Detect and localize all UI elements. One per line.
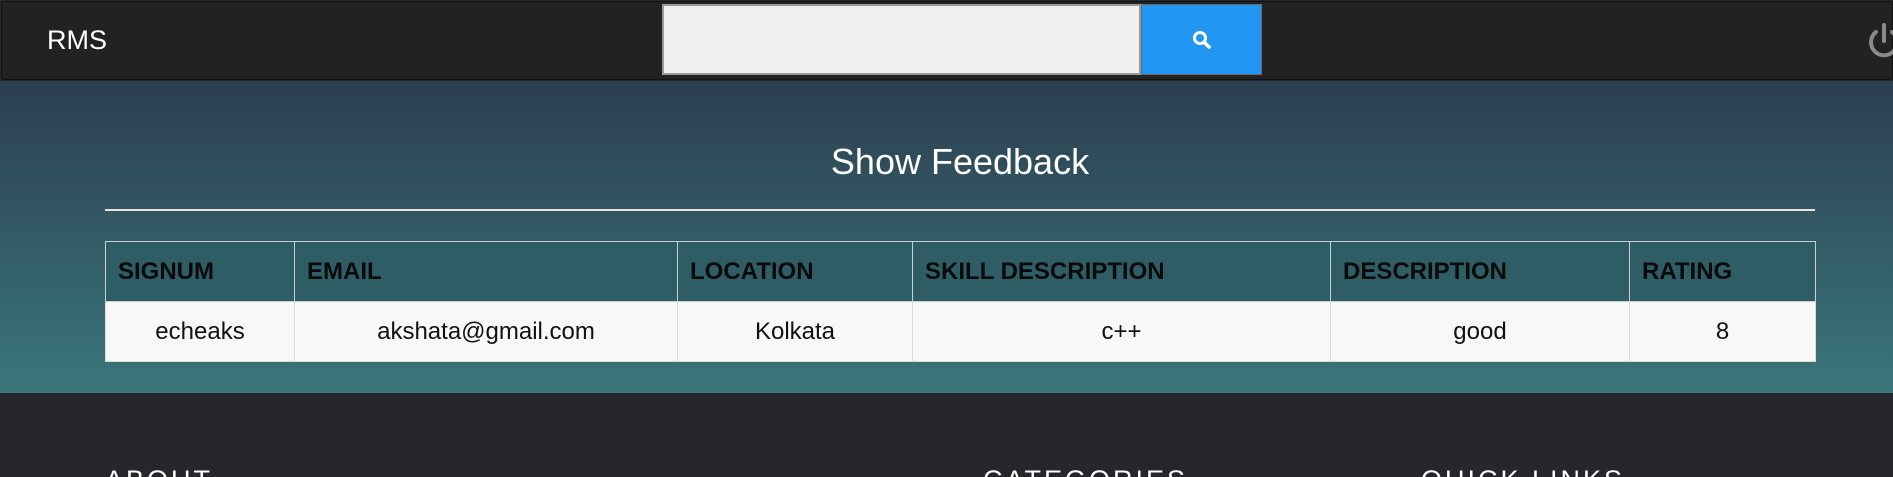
search-icon <box>1192 30 1211 49</box>
search-button[interactable] <box>1141 4 1262 75</box>
feedback-section: Show Feedback SIGNUM EMAIL LOCATION SKIL… <box>0 81 1893 393</box>
top-navbar: RMS <box>1 1 1893 80</box>
footer-heading-quick-links: QUICK LINKS <box>1421 465 1625 477</box>
cell-skill-description: c++ <box>912 301 1331 362</box>
header-skill-description: SKILL DESCRIPTION <box>912 241 1331 302</box>
cell-description: good <box>1330 301 1630 362</box>
title-divider <box>105 209 1815 211</box>
header-description: DESCRIPTION <box>1330 241 1630 302</box>
search-input[interactable] <box>662 4 1141 75</box>
footer-heading-categories: CATEGORIES <box>983 465 1188 477</box>
header-rating: RATING <box>1629 241 1816 302</box>
cell-signum: echeaks <box>105 301 295 362</box>
table-header-row: SIGNUM EMAIL LOCATION SKILL DESCRIPTION … <box>105 241 1816 302</box>
page-title: Show Feedback <box>830 141 1090 182</box>
feedback-table: SIGNUM EMAIL LOCATION SKILL DESCRIPTION … <box>105 241 1816 362</box>
power-icon[interactable] <box>1864 21 1893 61</box>
footer-heading-about: ABOUT <box>105 465 213 477</box>
header-signum: SIGNUM <box>105 241 295 302</box>
table-row: echeaks akshata@gmail.com Kolkata c++ go… <box>105 301 1816 362</box>
cell-rating: 8 <box>1629 301 1816 362</box>
cell-location: Kolkata <box>677 301 913 362</box>
header-email: EMAIL <box>294 241 678 302</box>
brand-logo[interactable]: RMS <box>47 25 107 56</box>
cell-email: akshata@gmail.com <box>294 301 678 362</box>
header-location: LOCATION <box>677 241 913 302</box>
